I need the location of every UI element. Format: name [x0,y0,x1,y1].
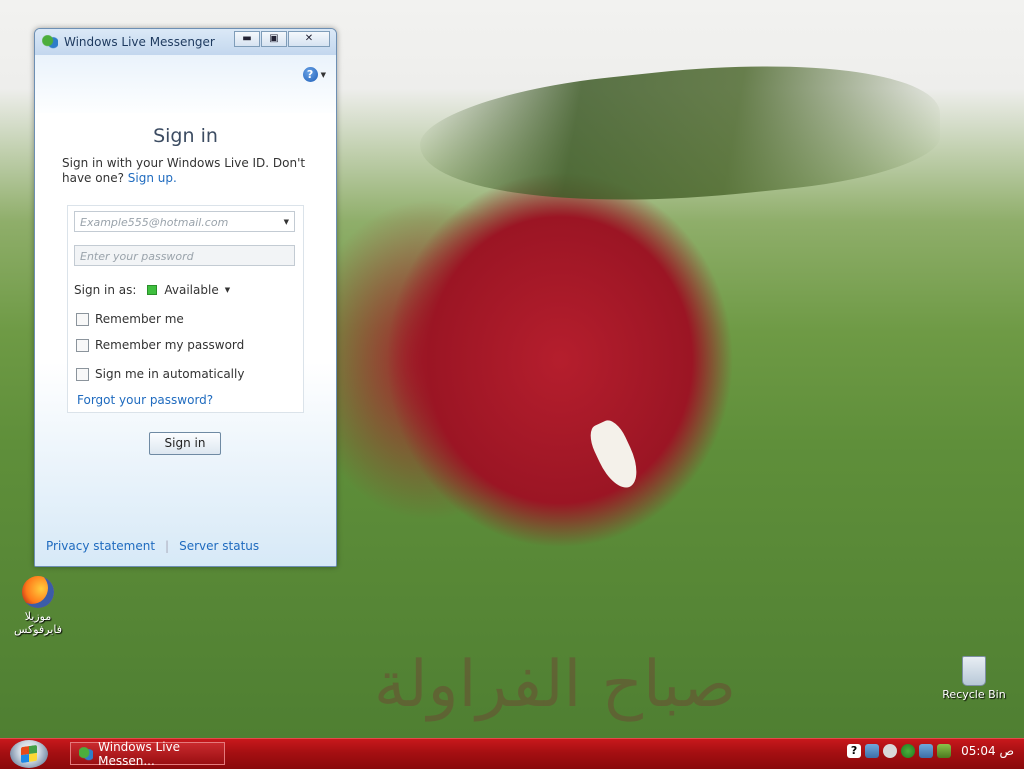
remember-password-row[interactable]: Remember my password [76,338,244,352]
remember-me-checkbox[interactable] [76,312,89,326]
user-icon[interactable] [919,744,934,758]
page-title: Sign in [153,125,218,147]
wallpaper-caption: صباح الفراولة [373,648,737,722]
remember-me-row[interactable]: Remember me [76,312,184,326]
minimize-button[interactable]: ▬ [234,31,260,47]
firefox-label: موزيلا فايرفوكس [14,610,62,636]
title-bar[interactable]: Windows Live Messenger ▬ ▣ ✕ [35,29,336,55]
auto-signin-label: Sign me in automatically [95,367,245,381]
taskbar-button-label: Windows Live Messen... [98,739,181,768]
divider: | [165,539,170,553]
help-icon: ? [302,67,318,82]
server-status-link[interactable]: Server status [179,539,259,553]
signin-panel: Sign in Sign in with your Windows Live I… [35,113,336,566]
help-icon[interactable]: ? [847,744,862,758]
window-title: Windows Live Messenger [64,35,215,49]
messenger-tray-icon[interactable] [901,744,916,758]
help-menu-button[interactable]: ? ▼ [302,67,326,82]
privacy-link[interactable]: Privacy statement [46,539,155,553]
close-button[interactable]: ✕ [288,31,330,47]
windows-logo-icon [21,744,37,764]
taskbar: Windows Live Messen... ? 05:04 ص [0,738,1024,769]
auto-signin-row[interactable]: Sign me in automatically [76,367,244,381]
status-value: Available [164,283,219,297]
email-field[interactable]: Example555@hotmail.com ▼ [74,211,295,232]
signin-form: Example555@hotmail.com ▼ Enter your pass… [67,205,304,413]
footer-links: Privacy statement | Server status [46,539,259,553]
clock[interactable]: 05:04 ص [961,744,1014,758]
maximize-button[interactable]: ▣ [261,31,287,47]
remember-me-label: Remember me [95,312,184,326]
status-label: Sign in as: [74,283,137,297]
auto-signin-checkbox[interactable] [76,367,89,381]
password-placeholder: Enter your password [80,250,194,263]
signin-button[interactable]: Sign in [149,432,221,455]
description-text: Sign in with your Windows Live ID. Don't… [62,156,306,185]
header-band: ? ▼ [35,55,336,113]
chevron-down-icon: ▼ [224,286,231,294]
forgot-password-link[interactable]: Forgot your password? [77,393,213,407]
status-selector[interactable]: Sign in as: Available ▼ [74,283,230,297]
security-icon[interactable] [937,744,952,758]
signin-description: Sign in with your Windows Live ID. Don't… [62,156,312,186]
messenger-window: Windows Live Messenger ▬ ▣ ✕ ? ▼ Sign in… [34,28,337,567]
network-icon[interactable] [865,744,880,758]
signup-link[interactable]: Sign up. [128,171,177,185]
recycle-bin-icon [962,656,986,686]
firefox-desktop-icon[interactable]: موزيلا فايرفوكس [4,576,72,636]
volume-icon[interactable] [883,744,898,758]
recycle-bin-label: Recycle Bin [942,688,1006,701]
messenger-buddies-icon [42,35,58,49]
wallpaper-leaves [420,42,940,228]
chevron-down-icon[interactable]: ▼ [284,212,289,233]
remember-password-checkbox[interactable] [76,338,89,352]
remember-password-label: Remember my password [95,338,245,352]
system-tray: ? 05:04 ص [847,744,1014,758]
email-placeholder: Example555@hotmail.com [80,216,229,229]
messenger-buddies-icon [79,746,94,761]
available-status-icon [147,285,158,295]
password-field[interactable]: Enter your password [74,245,295,266]
start-button[interactable] [10,740,48,768]
firefox-icon [22,576,54,608]
taskbar-messenger-button[interactable]: Windows Live Messen... [70,739,225,768]
recycle-bin-desktop-icon[interactable]: Recycle Bin [940,656,1008,701]
chevron-down-icon: ▼ [320,70,326,79]
wallpaper-tusk [584,416,646,494]
window-controls: ▬ ▣ ✕ [233,31,330,47]
